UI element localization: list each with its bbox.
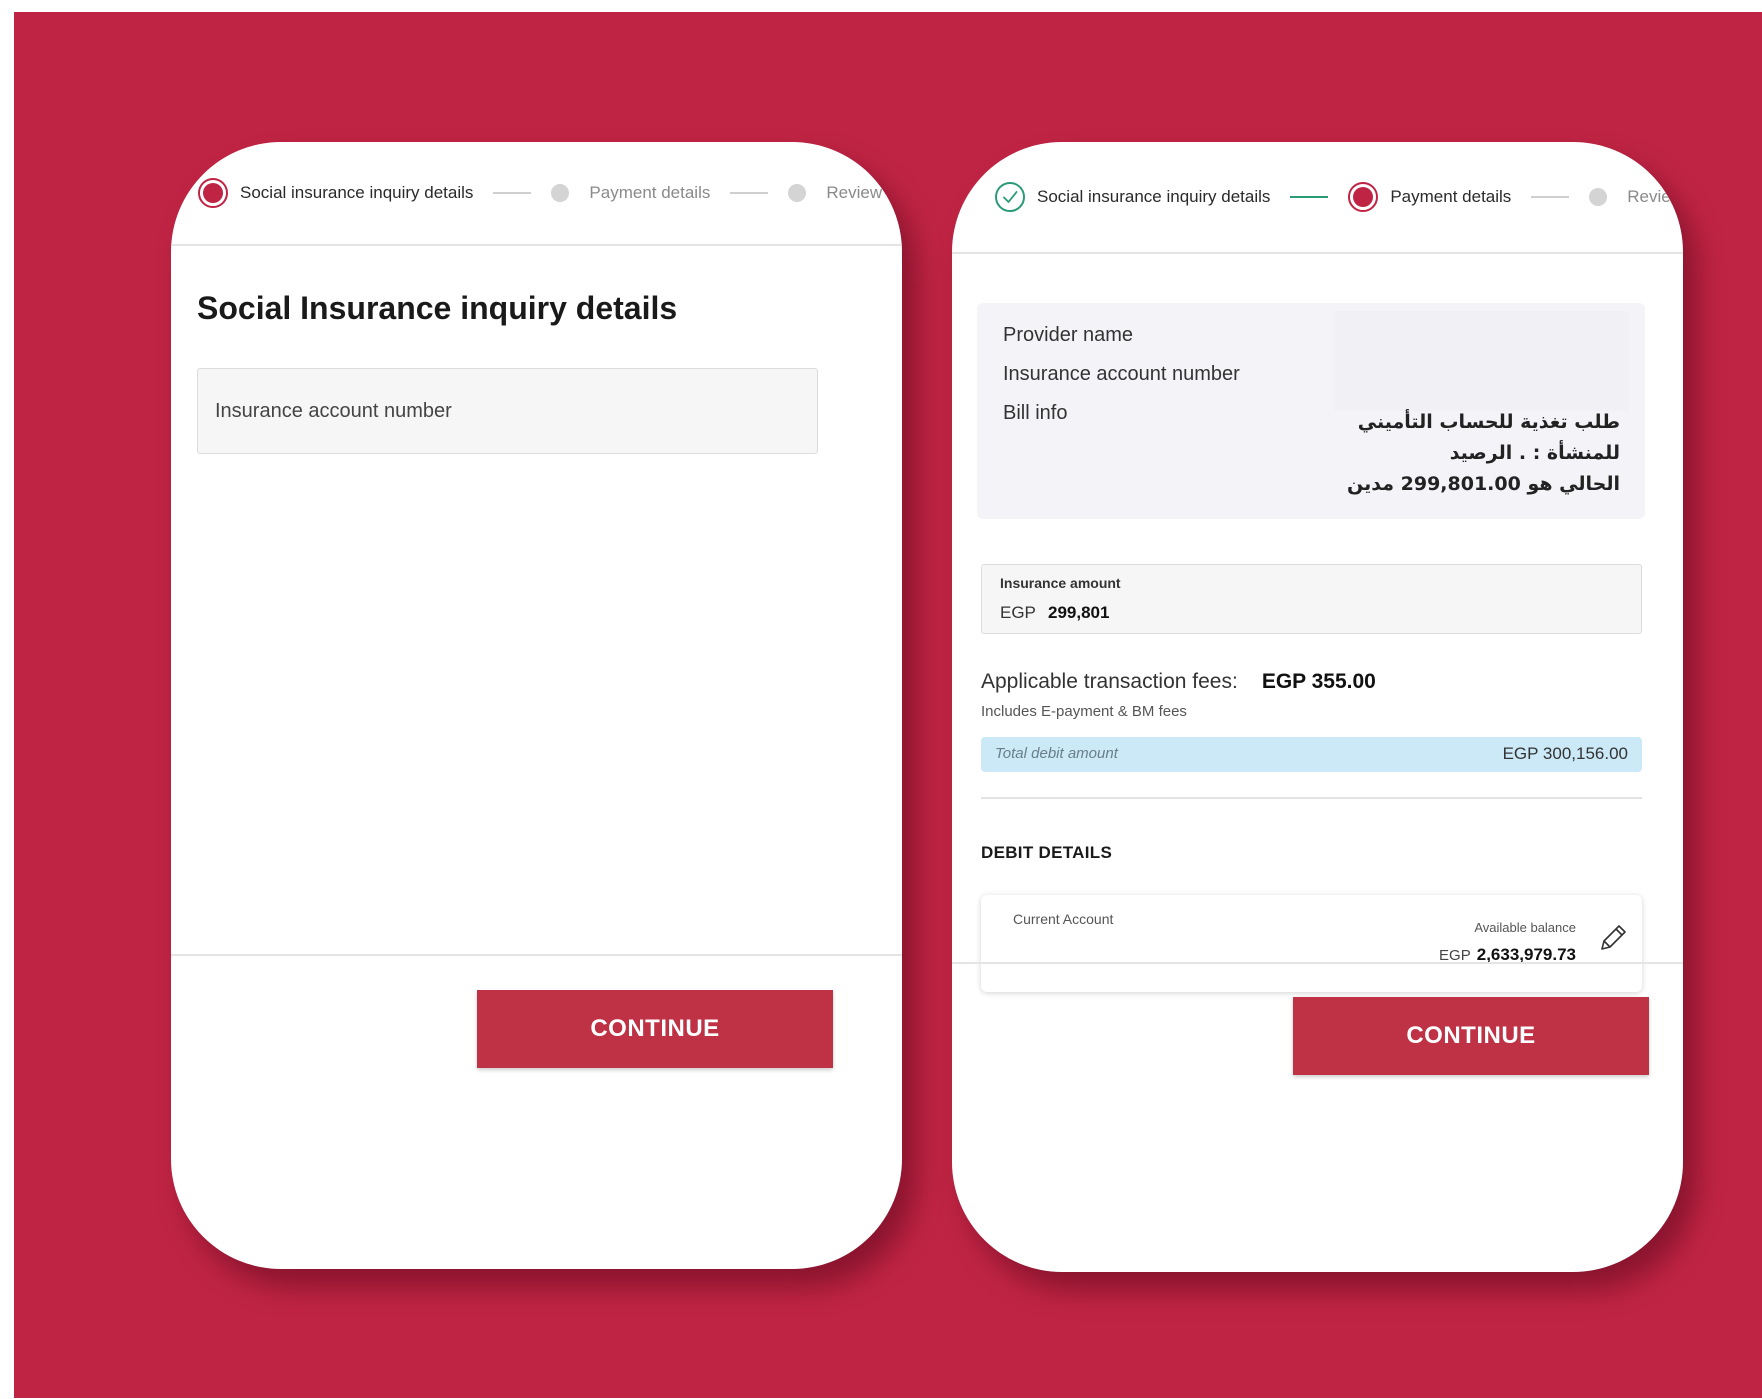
footer-divider — [171, 954, 902, 956]
insurance-account-field[interactable] — [197, 368, 818, 454]
step-payment-details: Payment details — [1348, 182, 1511, 212]
step-label: Payment details — [589, 183, 711, 202]
currency-label: EGP — [1000, 603, 1036, 622]
step-label: Review — [1627, 187, 1683, 206]
insurance-account-label: Insurance account number — [1003, 363, 1240, 385]
continue-button[interactable]: CONTINUE — [477, 990, 833, 1068]
insurance-amount-field[interactable]: Insurance amount EGP 299,801 — [981, 564, 1642, 634]
step-connector — [1531, 196, 1570, 198]
debit-account-card[interactable]: Current Account Available balance EGP 2,6… — [981, 895, 1642, 992]
step-inquiry-details: Social insurance inquiry details — [995, 182, 1270, 212]
active-step-icon — [1348, 182, 1379, 212]
step-connector — [493, 192, 532, 194]
total-debit-value: EGP 300,156.00 — [1502, 744, 1628, 763]
insurance-account-input[interactable] — [198, 369, 817, 453]
step-label: Social insurance inquiry details — [240, 183, 474, 202]
pending-step-icon — [551, 184, 570, 202]
continue-button[interactable]: CONTINUE — [1293, 997, 1649, 1075]
bill-info-line: للمنشأة : . الرصيد — [1449, 442, 1620, 464]
fees-label: Applicable transaction fees: — [981, 670, 1238, 693]
insurance-amount-value[interactable]: 299,801 — [1048, 603, 1109, 623]
masked-values — [1334, 311, 1629, 411]
step-review: Review — [1589, 187, 1683, 207]
bill-info-line: الحالي هو 299,801.00 مدين — [1347, 473, 1620, 495]
transaction-fees: Applicable transaction fees: EGP 355.00 — [981, 670, 1376, 694]
bill-info-line: طلب تغذية للحساب التأميني — [1357, 411, 1620, 433]
total-debit-label: Total debit amount — [995, 745, 1118, 762]
provider-name-label: Provider name — [1003, 324, 1134, 346]
check-icon — [995, 182, 1025, 212]
step-connector — [730, 192, 769, 194]
pending-step-icon — [1589, 188, 1608, 206]
total-debit-bar: Total debit amount EGP 300,156.00 — [981, 737, 1642, 772]
fees-note: Includes E-payment & BM fees — [981, 703, 1187, 720]
step-label: Review — [826, 183, 883, 202]
pencil-icon[interactable] — [1596, 921, 1630, 955]
bill-info-panel: Provider name Insurance account number B… — [977, 303, 1645, 519]
page-title: Social Insurance inquiry details — [197, 290, 678, 326]
fees-value: EGP 355.00 — [1261, 670, 1376, 693]
payment-screen: Social insurance inquiry details Payment… — [952, 142, 1683, 1272]
step-label: Social insurance inquiry details — [1037, 187, 1271, 206]
bill-info-label: Bill info — [1003, 402, 1068, 424]
step-inquiry-details: Social insurance inquiry details — [198, 178, 473, 208]
step-review: Review — [788, 183, 882, 203]
pending-step-icon — [788, 184, 807, 202]
stepper: Social insurance inquiry details Payment… — [171, 142, 902, 246]
bill-info-text: طلب تغذية للحساب التأميني للمنشأة : . ال… — [1320, 407, 1620, 500]
active-step-icon — [198, 178, 228, 208]
inquiry-screen: Social insurance inquiry details Payment… — [171, 142, 902, 1269]
account-name: Current Account — [1013, 911, 1114, 927]
debit-details-heading: DEBIT DETAILS — [981, 843, 1113, 862]
footer-divider — [952, 962, 1683, 964]
section-divider — [981, 797, 1642, 799]
step-label: Payment details — [1390, 187, 1512, 206]
stepper: Social insurance inquiry details Payment… — [952, 142, 1683, 254]
step-connector — [1290, 196, 1329, 198]
step-payment-details: Payment details — [551, 183, 710, 203]
insurance-amount-label: Insurance amount — [1000, 575, 1121, 591]
available-balance-label: Available balance — [1474, 920, 1576, 935]
